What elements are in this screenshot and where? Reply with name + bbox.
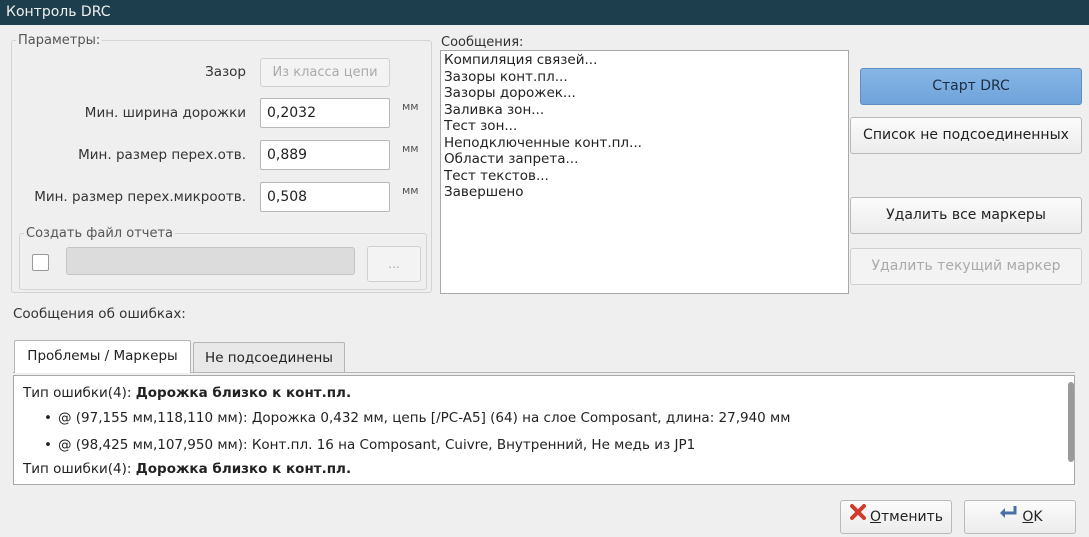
- error-type-line[interactable]: Тип ошибки(4): Дорожка близко к конт.пл.: [23, 385, 351, 401]
- tab-problems-markers[interactable]: Проблемы / Маркеры: [14, 340, 191, 373]
- error-type-name: Дорожка близко к конт.пл.: [135, 385, 352, 401]
- error-type-prefix: Тип ошибки(4):: [23, 461, 136, 477]
- message-line: Завершено: [444, 184, 524, 200]
- error-type-line[interactable]: Тип ошибки(4): Дорожка близко к конт.пл.: [23, 461, 351, 477]
- min-via-size-unit: мм: [402, 142, 419, 155]
- delete-all-markers-button[interactable]: Удалить все маркеры: [850, 197, 1082, 234]
- report-file-path-input[interactable]: [66, 247, 355, 275]
- message-line: Заливка зон...: [444, 101, 545, 118]
- error-messages-title: Сообщения об ошибках:: [13, 306, 186, 322]
- error-type-name: Дорожка близко к конт.пл.: [135, 461, 352, 477]
- min-via-size-label: Мин. размер перех.отв.: [78, 147, 246, 163]
- ok-arrow-icon: [997, 501, 1019, 533]
- clearance-label: Зазор: [205, 64, 246, 80]
- cancel-icon: [849, 501, 867, 533]
- delete-current-marker-button: Удалить текущий маркер: [850, 248, 1082, 285]
- min-microvia-size-unit: мм: [402, 184, 419, 197]
- message-line: Тест зон...: [444, 118, 518, 134]
- parameters-title: Параметры:: [18, 33, 101, 48]
- message-line: Области запрета...: [444, 151, 579, 167]
- list-unconnected-button[interactable]: Список не подсоединенных: [850, 117, 1082, 154]
- error-list-scrollbar[interactable]: [1068, 382, 1074, 462]
- ok-label: K: [1033, 509, 1043, 525]
- error-type-prefix: Тип ошибки(4):: [23, 385, 136, 401]
- start-drc-button[interactable]: Старт DRC: [860, 68, 1082, 105]
- message-line: Компиляция связей...: [444, 52, 598, 68]
- cancel-label: тменить: [881, 509, 944, 525]
- min-microvia-size-label: Мин. размер перех.микроотв.: [34, 189, 246, 205]
- min-track-width-input[interactable]: 0,2032: [260, 98, 390, 128]
- error-detail-item[interactable]: @ (97,155 мм,118,110 мм): Дорожка 0,432 …: [44, 410, 790, 426]
- report-file-title: Создать файл отчета: [26, 226, 173, 241]
- clearance-source-field: Из класса цепи: [260, 58, 390, 87]
- min-track-width-label: Мин. ширина дорожки: [84, 105, 246, 121]
- cancel-button[interactable]: Отменить: [840, 500, 952, 534]
- messages-log: Компиляция связей... Зазоры конт.пл... З…: [440, 50, 849, 294]
- window-title: Контроль DRC: [6, 4, 111, 20]
- message-line: Зазоры конт.пл...: [444, 68, 568, 85]
- message-line: Зазоры дорожек...: [444, 85, 576, 101]
- ok-label-mnemonic: O: [1022, 509, 1034, 525]
- window-titlebar: Контроль DRC: [0, 0, 1089, 25]
- min-track-width-unit: мм: [402, 100, 419, 113]
- min-via-size-input[interactable]: 0,889: [260, 140, 390, 170]
- message-line: Неподключенные конт.пл...: [444, 134, 642, 151]
- report-file-checkbox[interactable]: [32, 254, 49, 271]
- min-microvia-size-input[interactable]: 0,508: [260, 182, 390, 212]
- cancel-label-mnemonic: О: [869, 509, 882, 525]
- error-list: Тип ошибки(4): Дорожка близко к конт.пл.…: [13, 375, 1075, 485]
- message-line: Тест текстов...: [444, 167, 549, 184]
- error-detail-item[interactable]: @ (98,425 мм,107,950 мм): Конт.пл. 16 на…: [44, 437, 695, 453]
- tab-unconnected[interactable]: Не подсоединены: [193, 342, 345, 372]
- report-file-browse-button[interactable]: ...: [367, 246, 421, 282]
- ok-button[interactable]: OK: [964, 500, 1076, 534]
- messages-title: Сообщения:: [441, 35, 524, 50]
